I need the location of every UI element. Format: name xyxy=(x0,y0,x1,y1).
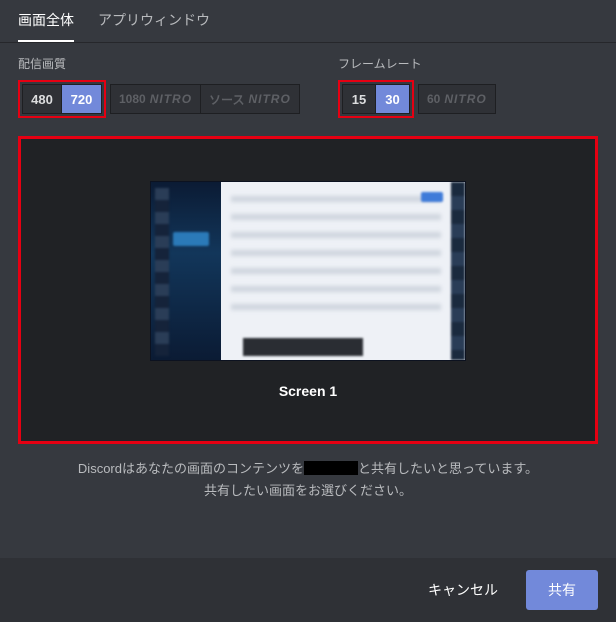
nitro-icon: NITRO xyxy=(444,92,486,106)
quality-label: 配信画質 xyxy=(18,55,308,72)
desc-line2: 共有したい画面をお選びください。 xyxy=(204,483,412,498)
quality-480-button[interactable]: 480 xyxy=(22,84,62,114)
quality-source-nitro: ソース NITRO xyxy=(201,84,300,114)
framerate-60-nitro: 60 NITRO xyxy=(418,84,496,114)
quality-nitro-options: 1080 NITRO ソース NITRO xyxy=(110,84,300,114)
quality-1080-nitro: 1080 NITRO xyxy=(110,84,201,114)
thumb-desktop-region xyxy=(151,182,221,360)
nitro-icon: NITRO xyxy=(248,92,290,106)
framerate-section: フレームレート 15 30 60 NITRO xyxy=(338,55,538,118)
nitro-icon: NITRO xyxy=(150,92,192,106)
tab-full-screen[interactable]: 画面全体 xyxy=(18,10,74,42)
framerate-nitro-options: 60 NITRO xyxy=(418,84,496,114)
modal-footer: キャンセル 共有 xyxy=(0,558,616,622)
desc-line1a: Discordはあなたの画面のコンテンツを xyxy=(78,461,304,476)
quality-options-highlight: 480 720 xyxy=(18,80,106,118)
tab-app-window[interactable]: アプリウィンドウ xyxy=(98,10,210,42)
source-tabs: 画面全体 アプリウィンドウ xyxy=(0,0,616,42)
desc-line1b: と共有したいと思っています。 xyxy=(358,461,538,476)
screen-preview-area: Screen 1 xyxy=(18,136,598,444)
redacted-username xyxy=(304,461,358,475)
framerate-options-highlight: 15 30 xyxy=(338,80,414,118)
screen-1-label: Screen 1 xyxy=(279,383,337,399)
stream-settings: 配信画質 480 720 1080 NITRO ソース NITRO xyxy=(0,55,616,118)
screen-share-modal: 画面全体 アプリウィンドウ 配信画質 480 720 1080 NITRO ソー… xyxy=(0,0,616,622)
quality-1080-label: 1080 xyxy=(119,92,146,106)
share-button[interactable]: 共有 xyxy=(526,570,598,610)
screen-1-thumbnail[interactable] xyxy=(150,181,466,361)
framerate-30-button[interactable]: 30 xyxy=(376,84,410,114)
quality-720-button[interactable]: 720 xyxy=(62,84,102,114)
framerate-60-label: 60 xyxy=(427,92,440,106)
cancel-button[interactable]: キャンセル xyxy=(418,572,508,608)
description-text: Discordはあなたの画面のコンテンツを と共有したいと思っています。 共有した… xyxy=(0,458,616,502)
thumb-edge-region xyxy=(451,182,465,360)
framerate-label: フレームレート xyxy=(338,55,538,72)
thumb-taskbar-region xyxy=(243,338,363,356)
tab-divider xyxy=(0,42,616,43)
quality-source-label: ソース xyxy=(209,91,244,108)
thumb-window-region xyxy=(221,182,451,360)
framerate-15-button[interactable]: 15 xyxy=(342,84,376,114)
quality-section: 配信画質 480 720 1080 NITRO ソース NITRO xyxy=(18,55,308,118)
